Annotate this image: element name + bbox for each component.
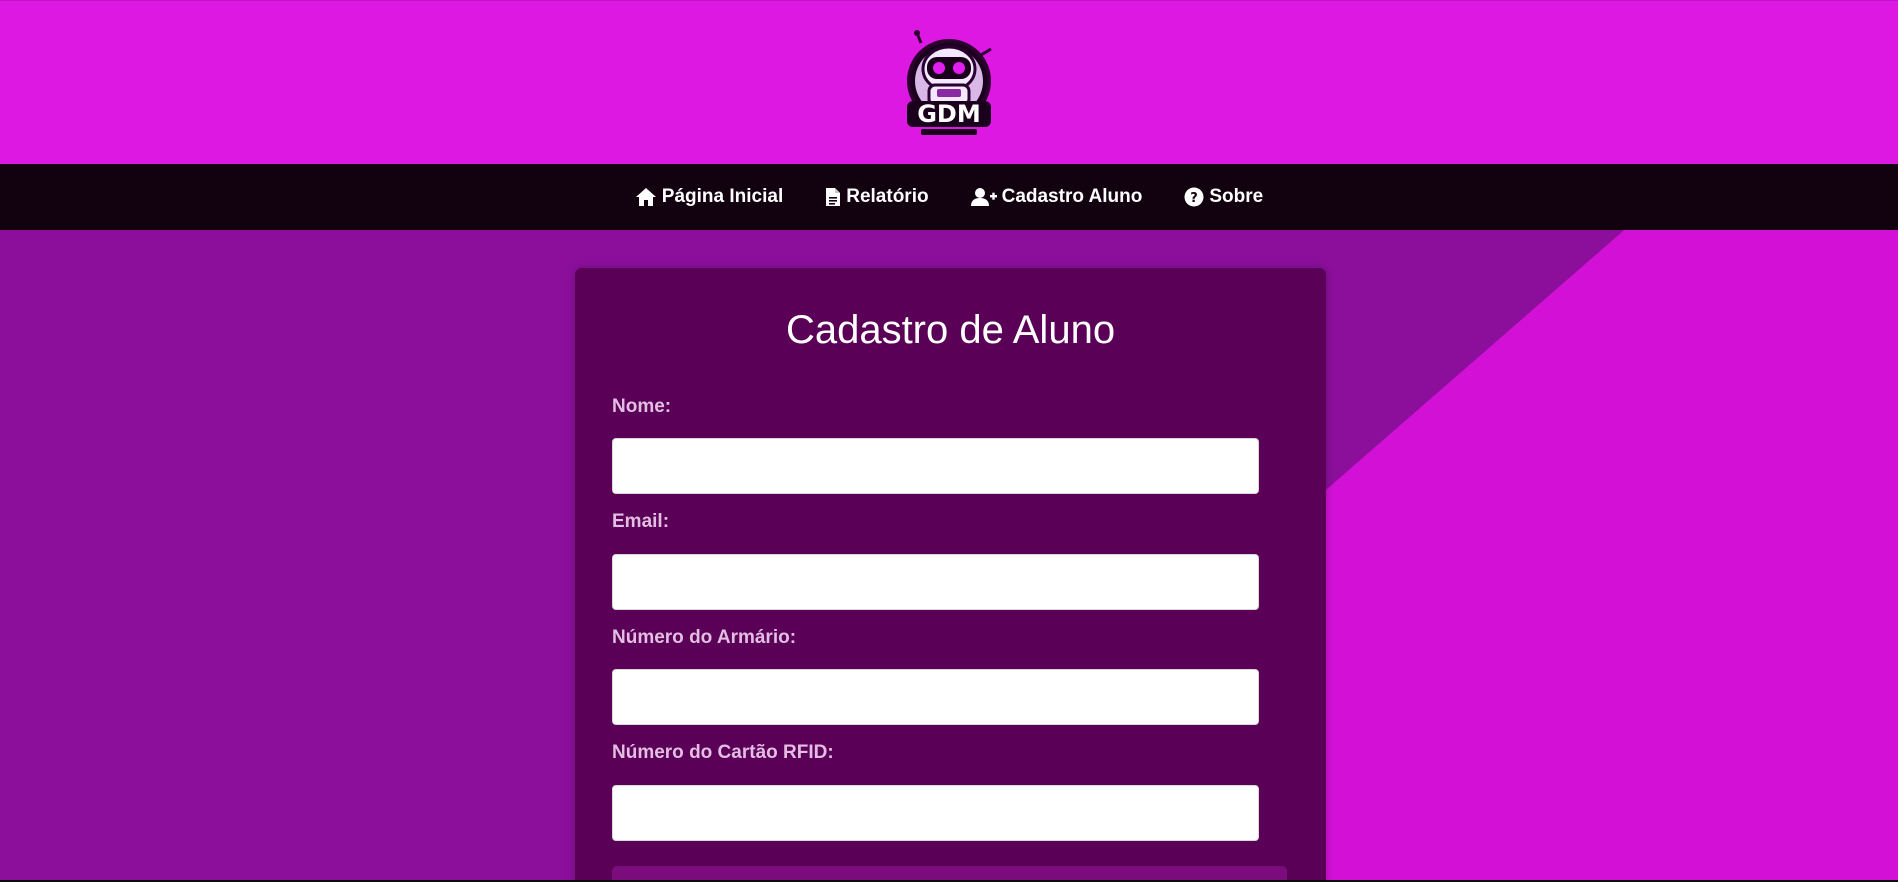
page-title: Cadastro de Aluno [785,308,1116,352]
nav-item-label: Sobre [1209,186,1264,207]
svg-text:GDM: GDM [917,100,981,128]
page: GDM Página Inicial Relatório Cadastro Al… [0,0,1898,882]
armario-field[interactable] [612,669,1259,725]
nav-item-cadastro-aluno[interactable]: Cadastro Aluno [970,186,1143,208]
main-navbar: Página Inicial Relatório Cadastro Aluno … [0,164,1898,230]
nav-item-label: Relatório [846,186,929,207]
rfid-field[interactable] [612,785,1259,841]
cadastro-form-card: Cadastro de Aluno Nome: Email: Número do… [575,268,1326,882]
email-field[interactable] [612,554,1259,610]
nav-item-pagina-inicial[interactable]: Página Inicial [635,186,783,208]
nav-item-sobre[interactable]: ? Sobre [1184,186,1263,208]
question-circle-icon: ? [1184,187,1204,207]
rfid-label: Número do Cartão RFID: [612,742,834,763]
nav-item-relatorio[interactable]: Relatório [825,186,929,208]
armario-label: Número do Armário: [612,627,797,648]
nav-item-label: Cadastro Aluno [1001,186,1143,207]
email-label: Email: [612,511,670,532]
nome-field[interactable] [612,438,1259,494]
document-icon [825,187,841,207]
home-icon [635,187,657,207]
svg-text:?: ? [1191,191,1199,206]
nome-label: Nome: [612,396,672,417]
nav-item-label: Página Inicial [661,186,784,207]
user-plus-icon [970,187,997,207]
site-header: GDM [0,0,1898,164]
gdm-logo[interactable]: GDM [899,29,999,141]
